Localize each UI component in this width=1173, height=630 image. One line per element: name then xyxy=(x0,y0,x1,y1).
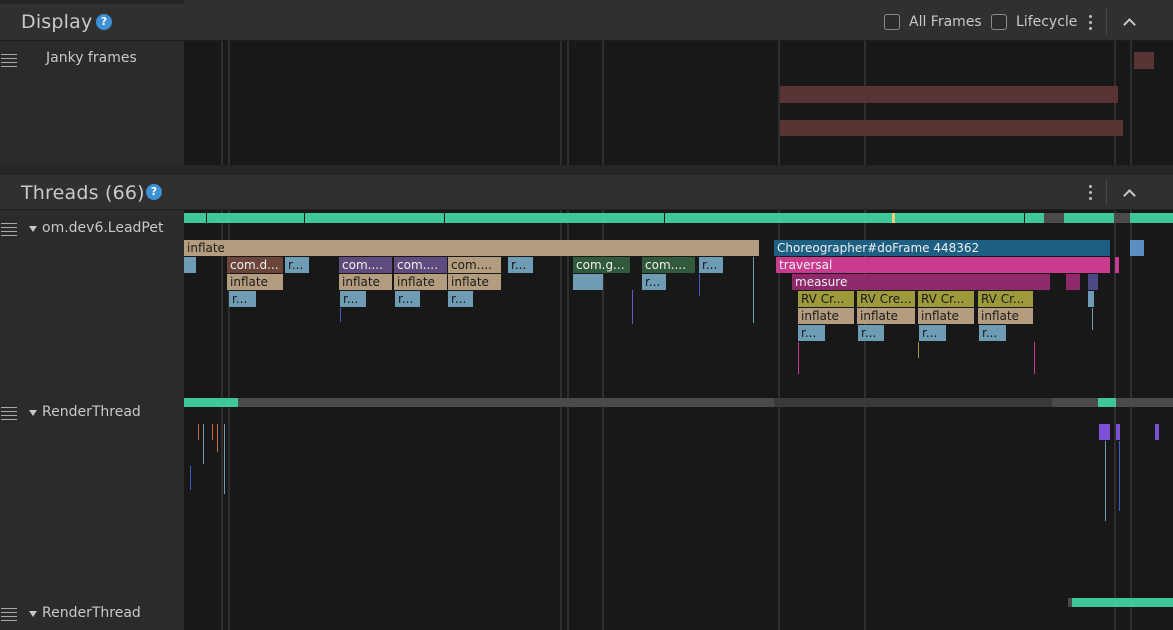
threads-canvas[interactable]: inflate Choreographer#doFrame 448362 com… xyxy=(184,210,1173,630)
header-separator xyxy=(1106,179,1107,205)
slice-inflate[interactable]: inflate xyxy=(798,308,854,324)
slice-inflate[interactable]: inflate xyxy=(978,308,1033,324)
help-circle-icon[interactable]: ? xyxy=(146,184,162,200)
help-circle-icon[interactable]: ? xyxy=(96,14,112,30)
drag-handle-icon[interactable] xyxy=(1,54,17,70)
slice-measure[interactable]: measure xyxy=(792,274,1050,290)
renderthread2-state-strip[interactable] xyxy=(1070,598,1173,607)
slice-com[interactable]: com.... xyxy=(394,257,447,273)
slice-r[interactable]: r... xyxy=(642,274,666,290)
slice-r[interactable]: r... xyxy=(858,325,884,341)
collapse-chevron-icon[interactable] xyxy=(1123,187,1135,199)
slice-inflate[interactable]: inflate xyxy=(227,274,283,290)
slice-choreographer-doframe[interactable]: Choreographer#doFrame 448362 xyxy=(774,240,1110,256)
janky-frames-canvas[interactable] xyxy=(184,41,1173,165)
slice-traversal[interactable]: traversal xyxy=(776,257,1110,273)
slice-rv-create[interactable]: RV Cr... xyxy=(918,291,974,307)
slice-inflate[interactable]: inflate xyxy=(918,308,974,324)
slice-r[interactable]: r... xyxy=(508,257,533,273)
slice-com[interactable]: com.d... xyxy=(227,257,283,273)
thread-label-renderthread: RenderThread xyxy=(42,605,141,621)
render-slice[interactable] xyxy=(1099,424,1110,440)
slice-r[interactable]: r... xyxy=(699,257,723,273)
slice-com[interactable]: com.... xyxy=(642,257,695,273)
slice-r[interactable]: r... xyxy=(340,291,366,307)
collapse-chevron-icon[interactable] xyxy=(1123,16,1135,28)
slice-rv-create[interactable]: RV Cr... xyxy=(798,291,854,307)
expand-triangle-icon[interactable] xyxy=(29,226,37,232)
drag-handle-icon[interactable] xyxy=(1,223,17,239)
slice-r[interactable]: r... xyxy=(919,325,946,341)
header-top-accent xyxy=(0,0,184,4)
slice-com[interactable]: com.... xyxy=(448,257,501,273)
threads-section-header: Threads (66) ? xyxy=(0,175,1173,210)
slice-inflate[interactable]: inflate xyxy=(857,308,915,324)
slice-inflate[interactable]: inflate xyxy=(448,274,501,290)
slice-com[interactable]: com.... xyxy=(339,257,392,273)
display-section-title: Display xyxy=(21,11,93,33)
more-vert-icon[interactable] xyxy=(1089,15,1093,33)
janky-frames-label-area: Janky frames xyxy=(0,41,184,165)
drag-handle-icon[interactable] xyxy=(1,407,17,423)
section-gap xyxy=(0,165,1173,175)
thread-label-renderthread: RenderThread xyxy=(42,404,141,420)
slice-r[interactable]: r... xyxy=(229,291,256,307)
slice-r[interactable]: r... xyxy=(395,291,420,307)
janky-frame-bar[interactable] xyxy=(780,120,1123,136)
janky-frames-label: Janky frames xyxy=(46,50,137,66)
display-section-header: Display ? All Frames Lifecycle xyxy=(0,0,1173,41)
more-vert-icon[interactable] xyxy=(1089,185,1093,203)
drag-handle-icon[interactable] xyxy=(1,608,17,624)
expand-triangle-icon[interactable] xyxy=(29,410,37,416)
janky-frame-bar[interactable] xyxy=(780,86,1118,103)
lifecycle-checkbox[interactable] xyxy=(991,14,1007,30)
thread-label-main: om.dev6.LeadPet xyxy=(42,220,164,236)
slice-inflate[interactable]: inflate xyxy=(339,274,392,290)
slice-r[interactable]: r... xyxy=(448,291,473,307)
slice-rv-create[interactable]: RV Cr... xyxy=(978,291,1033,307)
slice-r[interactable]: r... xyxy=(798,325,825,341)
slice-inflate[interactable]: inflate xyxy=(184,240,759,256)
header-separator xyxy=(1106,8,1107,34)
slice-inflate[interactable]: inflate xyxy=(394,274,447,290)
threads-label-area: om.dev6.LeadPet RenderThread RenderThrea… xyxy=(0,210,184,630)
slice-rv-create[interactable]: RV Cre... xyxy=(857,291,915,307)
all-frames-checkbox[interactable] xyxy=(884,14,900,30)
slice-r[interactable]: r... xyxy=(979,325,1006,341)
lifecycle-label[interactable]: Lifecycle xyxy=(1016,14,1077,30)
all-frames-label[interactable]: All Frames xyxy=(909,14,982,30)
expand-triangle-icon[interactable] xyxy=(29,611,37,617)
slice-r[interactable]: r... xyxy=(285,257,309,273)
threads-section-title: Threads (66) xyxy=(21,182,145,204)
janky-frame-bar[interactable] xyxy=(1134,52,1154,69)
slice-com[interactable]: com.g... xyxy=(573,257,630,273)
